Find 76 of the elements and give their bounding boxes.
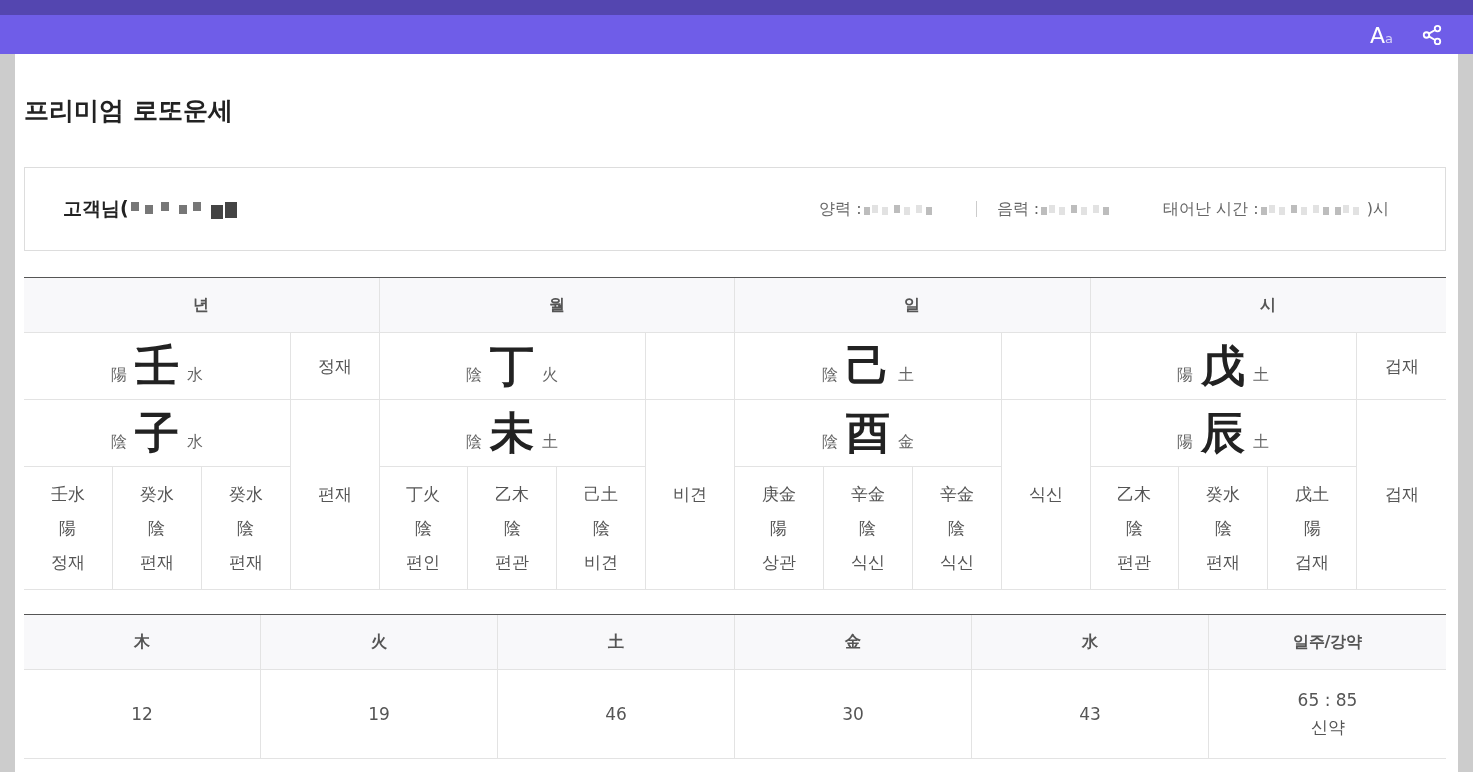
hidden-stem: 癸水 (228, 483, 263, 506)
table-cell: 19 (261, 670, 498, 759)
yinyang-label: 陰 (948, 517, 966, 540)
stem-cell: 陰 丁 火 (379, 333, 647, 400)
hidden-stem: 丁火 (406, 483, 441, 506)
sipsin-label: 편관 (495, 551, 530, 574)
hidden-stem: 辛金 (939, 483, 974, 506)
table-cell: 43 (972, 670, 1209, 759)
yinyang-label: 陰 (414, 517, 432, 540)
hidden-stem: 戊土 (1295, 483, 1330, 506)
sipsin-label: 편인 (406, 551, 441, 574)
sipsin-cell: 식신 (1001, 400, 1091, 590)
yinyang-label: 陰 (237, 517, 255, 540)
branch-cell: 陰 未 土 (379, 400, 647, 467)
pillar-header: 일 (735, 278, 1091, 333)
strength-text: 신약 (1310, 715, 1345, 739)
customer-name: 고객님( (63, 196, 129, 221)
hidden-stem: 壬水 (50, 483, 85, 506)
stem-cell: 陽 壬 水 (24, 333, 291, 400)
yinyang-label: 陽 (59, 517, 77, 540)
pillar-header: 시 (1090, 278, 1446, 333)
column-header: 일주/강약 (1209, 615, 1446, 670)
yinyang-label: 陰 (859, 517, 877, 540)
birth-time-label: 태어난 시간 : (1163, 198, 1259, 220)
stem-cell: 陰 己 土 (735, 333, 1002, 400)
stem-cell: 陽 戊 土 (1090, 333, 1358, 400)
sipsin-label: 편관 (1117, 551, 1152, 574)
column-header: 火 (261, 615, 498, 670)
column-header: 土 (498, 615, 735, 670)
hidden-stem: 癸水 (139, 483, 174, 506)
sipsin-cell: 편재 (290, 400, 380, 590)
sipsin-cell: 겁재 (1357, 333, 1446, 400)
branch-cell: 陰 子 水 (24, 400, 291, 467)
branch-cell: 陽 辰 土 (1090, 400, 1358, 467)
yinyang-label: 陽 (1303, 517, 1321, 540)
column-header: 木 (24, 615, 261, 670)
table-cell: 30 (735, 670, 972, 759)
branch-cell: 陰 酉 金 (735, 400, 1002, 467)
solar-date-label: 양력 : (819, 198, 862, 220)
sipsin-label: 정재 (50, 551, 85, 574)
table-cell: 46 (498, 670, 735, 759)
sipsin-cell: 정재 (290, 333, 380, 400)
yinyang-label: 陰 (503, 517, 521, 540)
table-cell: 12 (24, 670, 261, 759)
sipsin-cell: 겁재 (1357, 400, 1446, 590)
page-title: 프리미엄 로또운세 (24, 95, 234, 127)
sipsin-label: 편재 (1206, 551, 1241, 574)
hidden-stem: 庚金 (761, 483, 796, 506)
yinyang-label: 陰 (1214, 517, 1232, 540)
sipsin-label: 식신 (939, 551, 974, 574)
pillar-header: 월 (379, 278, 735, 333)
birth-time-suffix: )시 (1366, 198, 1389, 220)
sipsin-label: 상관 (761, 551, 796, 574)
yinyang-label: 陰 (1125, 517, 1143, 540)
column-header: 水 (972, 615, 1209, 670)
pillar-header: 년 (24, 278, 380, 333)
sipsin-label: 편재 (139, 551, 174, 574)
sipsin-label: 식신 (850, 551, 885, 574)
yinyang-label: 陽 (770, 517, 788, 540)
lunar-date-label: 음력 : (996, 198, 1040, 220)
yinyang-label: 陰 (592, 517, 610, 540)
hidden-stem: 己土 (584, 483, 619, 506)
column-header: 金 (735, 615, 972, 670)
yinyang-label: 陰 (148, 517, 166, 540)
hidden-stem: 乙木 (495, 483, 530, 506)
share-icon (1421, 24, 1443, 46)
sipsin-label: 겁재 (1295, 551, 1330, 574)
hidden-stem: 乙木 (1117, 483, 1152, 506)
sipsin-cell: 비견 (646, 400, 735, 590)
sipsin-label: 비견 (584, 551, 619, 574)
font-size-button[interactable]: Aa (1365, 23, 1397, 48)
hidden-stem: 辛金 (850, 483, 885, 506)
sipsin-label: 편재 (228, 551, 263, 574)
redacted-drawing (1260, 202, 1331, 216)
hidden-stem: 癸水 (1206, 483, 1241, 506)
strength-text: 65 : 85 (1297, 689, 1358, 710)
